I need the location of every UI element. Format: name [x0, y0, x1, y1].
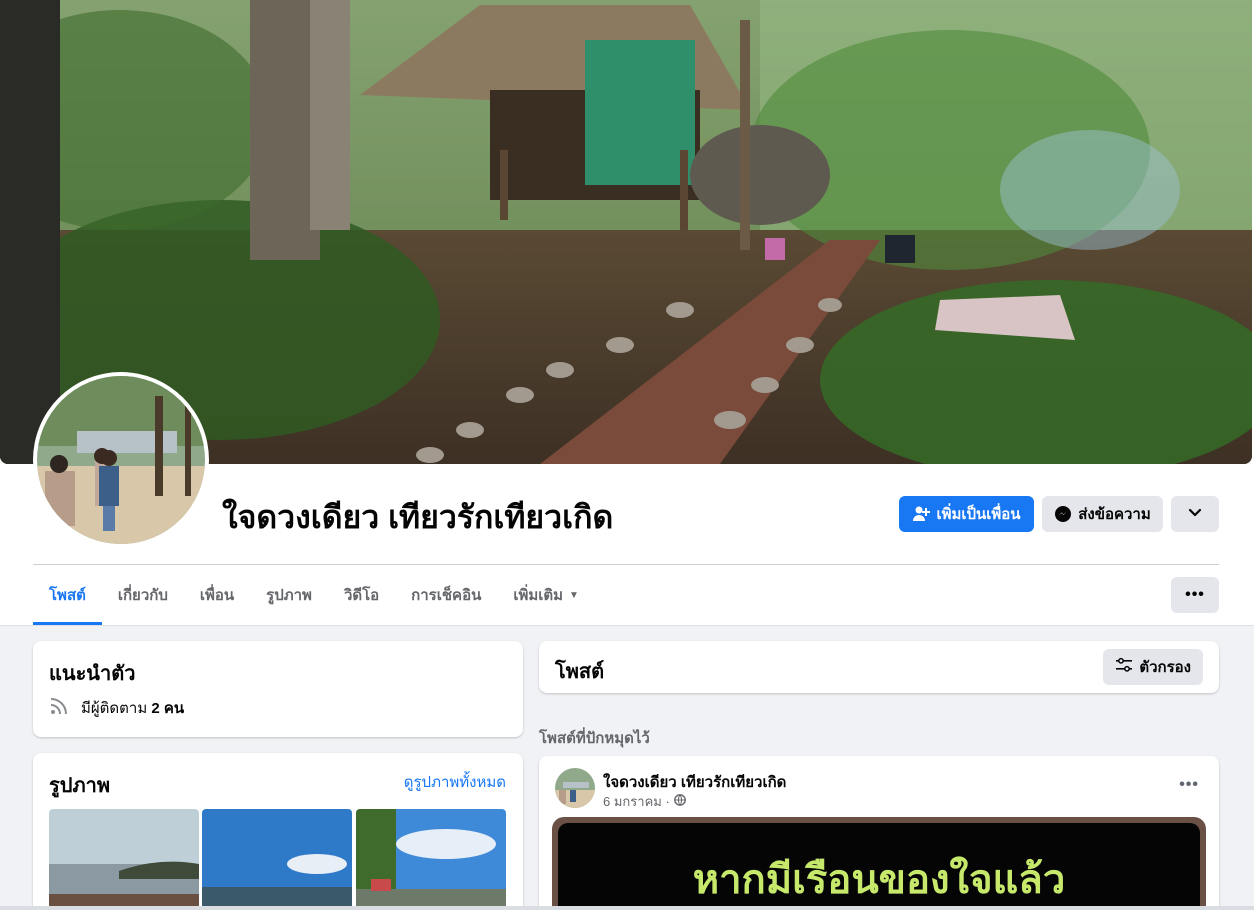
filter-button[interactable]: ตัวกรอง — [1103, 649, 1203, 685]
post-image[interactable]: หากมีเรือนของใจแล้ว — [552, 817, 1206, 910]
tab-photos-label: รูปภาพ — [266, 587, 312, 604]
intro-card: แนะนำตัว มีผู้ติดตาม 2 คน — [33, 641, 523, 737]
caret-down-icon: ▼ — [569, 589, 579, 601]
tab-videos-label: วิดีโอ — [343, 587, 380, 604]
add-friend-icon — [912, 505, 931, 523]
pinned-post: ใจดวงเดียว เทียวรักเทียวเกิด 6 มกราคม · … — [539, 756, 1219, 910]
profile-avatar[interactable] — [33, 372, 209, 548]
globe-icon — [673, 794, 686, 809]
message-label: ส่งข้อความ — [1078, 506, 1151, 523]
cover-photo[interactable] — [0, 0, 1252, 464]
add-friend-button[interactable]: เพิ่มเป็นเพื่อน — [899, 496, 1034, 532]
photo-thumbnail[interactable] — [49, 809, 199, 909]
post-author-avatar[interactable] — [555, 768, 595, 808]
rss-icon — [49, 696, 69, 720]
ellipsis-icon: ••• — [1179, 776, 1199, 793]
tab-checkins-label: การเช็คอิน — [411, 587, 482, 604]
intro-title: แนะนำตัว — [49, 663, 136, 685]
photo-thumbnail[interactable] — [356, 809, 506, 909]
messenger-icon — [1054, 505, 1072, 523]
message-button[interactable]: ส่งข้อความ — [1042, 496, 1163, 532]
followers-line: มีผู้ติดตาม 2 คน — [49, 696, 184, 720]
post-image-text: หากมีเรือนของใจแล้ว — [692, 857, 1066, 903]
avatar-image — [37, 376, 205, 544]
tabs-more-button[interactable]: ••• — [1171, 577, 1219, 613]
filter-label: ตัวกรอง — [1139, 659, 1191, 676]
followers-prefix: มีผู้ติดตาม — [81, 700, 152, 717]
posts-title: โพสต์ — [555, 661, 605, 683]
followers-count[interactable]: 2 คน — [151, 700, 184, 717]
tab-friends-label: เพื่อน — [199, 587, 235, 604]
tab-posts[interactable]: โพสต์ — [33, 565, 102, 625]
ellipsis-icon: ••• — [1185, 586, 1205, 603]
profile-name: ใจดวงเดียว เทียวรักเทียวเกิด — [222, 499, 614, 535]
window-bottom-edge — [0, 906, 1254, 910]
photo-thumbnail[interactable] — [202, 809, 352, 909]
post-image-content: หากมีเรือนของใจแล้ว — [558, 823, 1200, 910]
pinned-posts-label: โพสต์ที่ปักหมุดไว้ — [539, 730, 650, 747]
followers-text: มีผู้ติดตาม 2 คน — [81, 696, 184, 720]
more-options-button[interactable] — [1171, 496, 1219, 532]
header-bottom-border — [0, 625, 1254, 626]
profile-header: ใจดวงเดียว เทียวรักเทียวเกิด เพิ่มเป็นเพ… — [0, 0, 1254, 626]
tab-about[interactable]: เกี่ยวกับ — [102, 565, 184, 625]
post-options-button[interactable]: ••• — [1179, 776, 1199, 794]
profile-tabs: โพสต์ เกี่ยวกับ เพื่อน รูปภาพ วิดีโอ การ… — [33, 565, 595, 625]
chevron-down-icon — [1188, 505, 1202, 523]
tab-checkins[interactable]: การเช็คอิน — [395, 565, 497, 625]
tab-posts-label: โพสต์ — [49, 587, 86, 604]
tab-photos[interactable]: รูปภาพ — [250, 565, 328, 625]
post-meta: 6 มกราคม · — [603, 791, 686, 812]
tab-videos[interactable]: วิดีโอ — [328, 565, 395, 625]
posts-header-card: โพสต์ ตัวกรอง — [539, 641, 1219, 693]
tab-about-label: เกี่ยวกับ — [117, 587, 168, 604]
filter-icon — [1115, 657, 1133, 677]
post-date[interactable]: 6 มกราคม · — [603, 791, 670, 812]
photos-title[interactable]: รูปภาพ — [49, 769, 110, 801]
tab-more-label: เพิ่มเติม — [513, 587, 564, 604]
add-friend-label: เพิ่มเป็นเพื่อน — [936, 506, 1021, 523]
see-all-photos-link[interactable]: ดูรูปภาพทั้งหมด — [404, 770, 506, 794]
tab-friends[interactable]: เพื่อน — [184, 565, 250, 625]
tab-more[interactable]: เพิ่มเติม ▼ — [497, 565, 595, 625]
photos-card: รูปภาพ ดูรูปภาพทั้งหมด — [33, 753, 523, 910]
